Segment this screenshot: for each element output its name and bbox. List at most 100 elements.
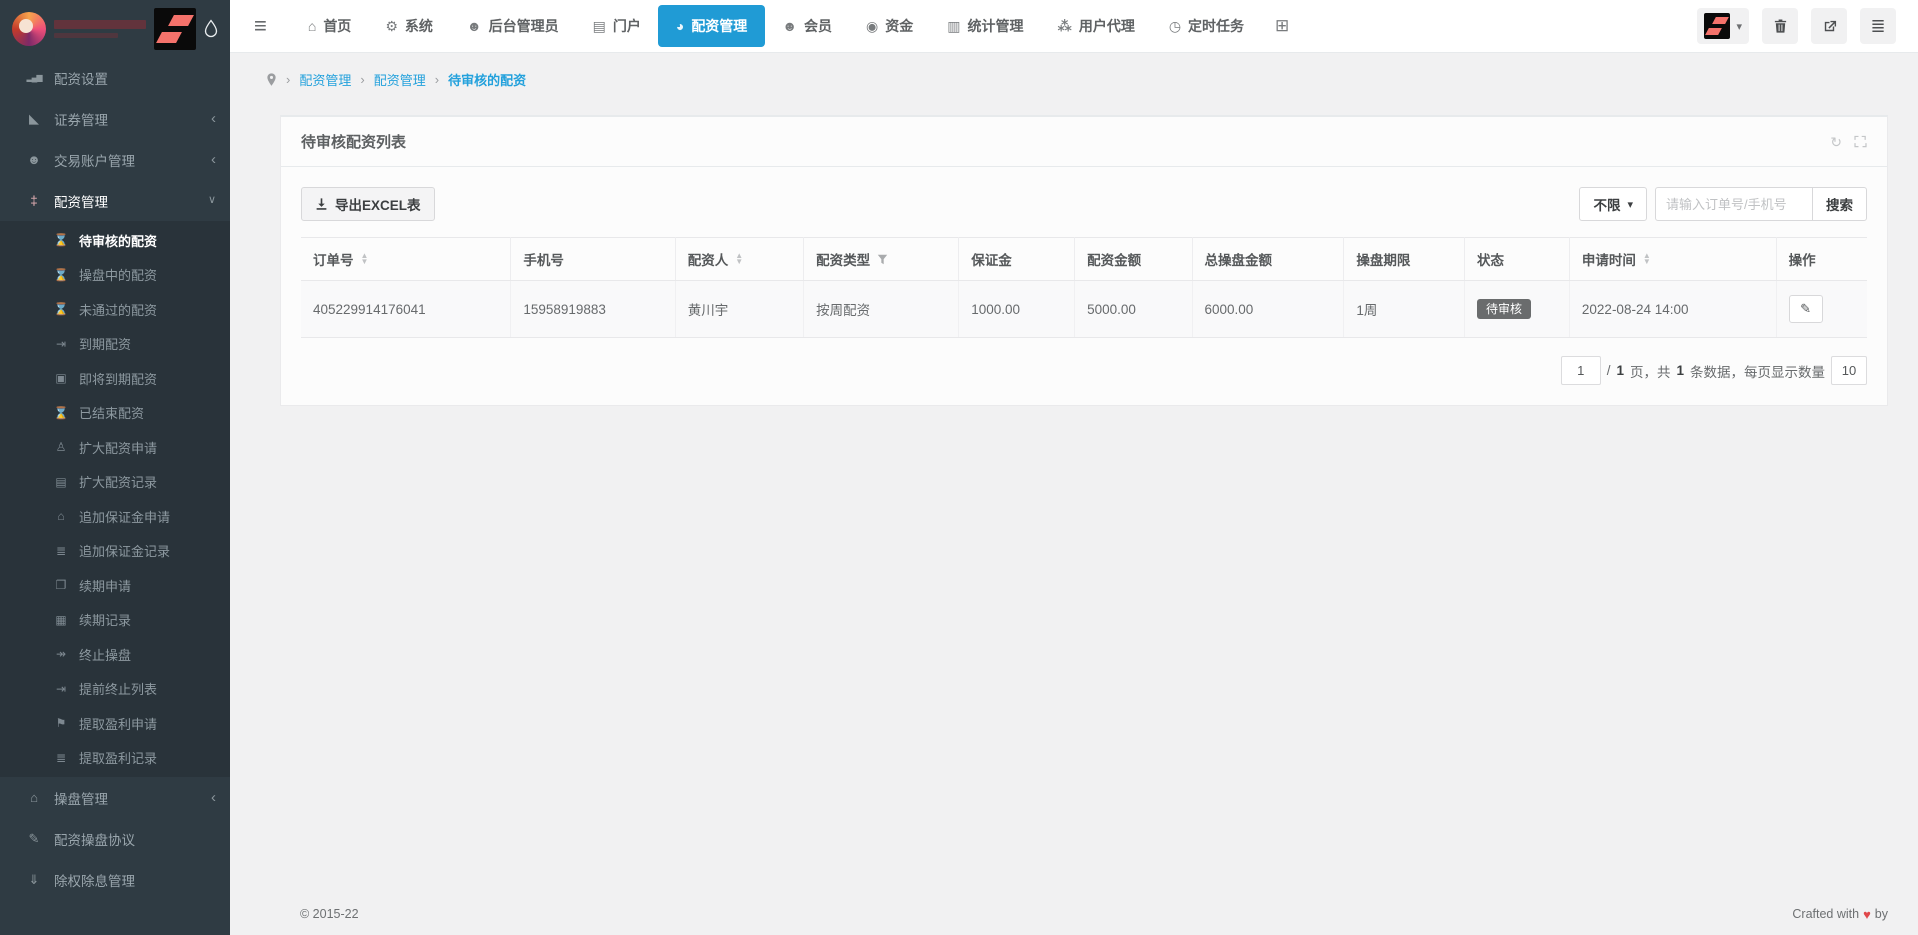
nav-label: 用户代理 [1079,16,1135,36]
sidebar-item-label: 证券管理 [54,109,108,129]
card-body: 导出EXCEL表 不限 ▾ 搜索 [281,167,1887,405]
sidebar-subitem-renewal-records[interactable]: ▦ 续期记录 [0,603,230,638]
sidebar-subitem-add-margin-records[interactable]: ≣ 追加保证金记录 [0,534,230,569]
search-button[interactable]: 搜索 [1812,187,1867,221]
top-nav: ⌂ 首页 ⚙ 系统 ☻ 后台管理员 ▤ 门户 ◕ 配资管理 [291,0,1303,52]
subitem-label: 提取盈利记录 [79,748,157,767]
sidebar-subitem-in-operation[interactable]: ⌛ 操盘中的配资 [0,258,230,293]
sidebar-subitem-pending-review[interactable]: ⌛ 待审核的配资 [0,223,230,258]
download-arrow-icon: ⇓ [24,872,44,888]
sidebar-item-allocation-settings[interactable]: ▂▄▆ 配资设置 [0,57,230,98]
nav-item-funds[interactable]: ◉ 资金 [849,0,930,52]
export-label: 导出EXCEL表 [335,194,421,214]
sidebar-subitem-withdraw-profit-records[interactable]: ≣ 提取盈利记录 [0,741,230,776]
footer: © 2015-22 Crafted with ♥ by [230,899,1918,935]
sidebar-item-label: 交易账户管理 [54,150,135,170]
nav-item-home[interactable]: ⌂ 首页 [291,0,368,52]
sidebar-item-ex-rights-management[interactable]: ⇓ 除权除息管理 [0,859,230,900]
sidebar-subitem-expand-application[interactable]: ♙ 扩大配资申请 [0,430,230,465]
sidebar-subitem-expired[interactable]: ⇥ 到期配资 [0,327,230,362]
cell-apply-time: 2022-08-24 14:00 [1569,281,1776,338]
subitem-label: 提取盈利申请 [79,714,157,733]
sidebar-subitem-finished[interactable]: ⌛ 已结束配资 [0,396,230,431]
subitem-label: 追加保证金申请 [79,507,170,526]
nav-item-scheduled-tasks[interactable]: ◷ 定时任务 [1152,0,1261,52]
export-excel-button[interactable]: 导出EXCEL表 [301,187,435,221]
crafted-by: Crafted with ♥ by [1792,907,1888,922]
main-area: ≡ ⌂ 首页 ⚙ 系统 ☻ 后台管理员 ▤ 门户 [230,0,1918,935]
status-badge: 待审核 [1477,299,1531,319]
table-header-row: 订单号 手机号 配资人 配资类型 保证金 配资金额 总操盘金额 操盘期限 状态 … [301,238,1867,281]
caret-down-icon: ▾ [1627,198,1633,211]
sidebar-subitem-expiring-soon[interactable]: ▣ 即将到期配资 [0,361,230,396]
bank-icon: ⌂ [24,790,44,805]
grid-icon[interactable]: ⊞ [1261,16,1303,36]
sidebar-subitem-terminate-operation[interactable]: ↠ 终止操盘 [0,637,230,672]
nav-item-admin[interactable]: ☻ 后台管理员 [450,0,576,52]
nav-item-allocation-management[interactable]: ◕ 配资管理 [658,5,765,47]
sort-icon[interactable] [1643,253,1651,265]
sidebar-subitem-expand-records[interactable]: ▤ 扩大配资记录 [0,465,230,500]
nav-label: 系统 [405,16,433,36]
trash-button[interactable] [1762,8,1798,44]
sidebar-item-operation-management[interactable]: ⌂ 操盘管理 ‹ [0,777,230,818]
brand-area [0,0,230,57]
list-icon: ▤ [52,475,70,489]
total-pages: 1 [1616,363,1624,378]
breadcrumb-link[interactable]: 配资管理 [374,70,426,89]
page-input[interactable] [1561,356,1601,385]
edit-row-button[interactable]: ✎ [1789,295,1823,323]
breadcrumb-link[interactable]: 配资管理 [299,70,351,89]
expand-icon[interactable] [1854,135,1867,148]
subitem-label: 已结束配资 [79,403,144,422]
external-link-button[interactable] [1811,8,1847,44]
trash-icon [1773,18,1788,34]
card-header: 待审核配资列表 ↻ [281,117,1887,167]
sidebar-subitem-add-margin-application[interactable]: ⌂ 追加保证金申请 [0,499,230,534]
subitem-label: 续期申请 [79,576,131,595]
nav-item-members[interactable]: ☻ 会员 [765,0,849,52]
file-icon: ❐ [52,578,70,592]
breadcrumb-current: 待审核的配资 [448,70,526,89]
search-input[interactable] [1655,187,1813,221]
heart-icon: ♥ [1863,907,1871,922]
chevron-down-icon: ∨ [208,195,216,206]
subitem-label: 操盘中的配资 [79,265,157,284]
sidebar-item-trading-account-management[interactable]: ☻ 交易账户管理 ‹ [0,139,230,180]
filter-funnel-icon[interactable] [877,254,888,265]
nav-item-statistics[interactable]: ▥ 统计管理 [930,0,1040,52]
sidebar-subitem-rejected[interactable]: ⌛ 未通过的配资 [0,292,230,327]
sidebar-item-allocation-management[interactable]: ‡ 配资管理 ∨ [0,180,230,221]
cell-margin: 1000.00 [959,281,1075,338]
menu-list-button[interactable]: ≣ [1860,8,1896,44]
avatar-dropdown-button[interactable]: ▾ [1697,8,1749,44]
sidebar-item-securities-management[interactable]: ◣ 证券管理 ‹ [0,98,230,139]
page-size-input[interactable] [1831,356,1867,385]
hourglass-icon: ⌛ [52,268,70,282]
col-period: 操盘期限 [1344,238,1465,281]
sidebar-item-label: 操盘管理 [54,788,108,808]
refresh-icon[interactable]: ↻ [1830,135,1842,149]
cell-status: 待审核 [1464,281,1569,338]
portal-icon: ▤ [593,18,606,35]
nav-item-user-agent[interactable]: ⁂ 用户代理 [1041,0,1152,52]
sidebar-subitem-early-termination-list[interactable]: ⇥ 提前终止列表 [0,672,230,707]
flag-icon: ⚑ [52,716,70,730]
location-pin-icon [266,72,277,87]
money-icon: ◉ [866,18,878,35]
table-icon: ▦ [52,613,70,627]
nav-item-system[interactable]: ⚙ 系统 [368,0,450,52]
sidebar-item-label: 配资操盘协议 [54,829,135,849]
filter-dropdown[interactable]: 不限 ▾ [1579,187,1647,221]
cell-actions: ✎ [1776,281,1867,338]
sort-icon[interactable] [735,253,743,265]
sidebar-subitem-withdraw-profit-application[interactable]: ⚑ 提取盈利申请 [0,706,230,741]
nav-item-portal[interactable]: ▤ 门户 [576,0,658,52]
sidebar-subitem-renewal-application[interactable]: ❐ 续期申请 [0,568,230,603]
pencil-icon: ✎ [1800,301,1811,317]
sort-icon[interactable] [361,253,369,265]
hamburger-icon[interactable]: ≡ [230,15,291,37]
podium-icon: ♙ [52,440,70,454]
clock-icon: ◷ [1169,18,1181,35]
sidebar-item-allocation-agreement[interactable]: ✎ 配资操盘协议 [0,818,230,859]
